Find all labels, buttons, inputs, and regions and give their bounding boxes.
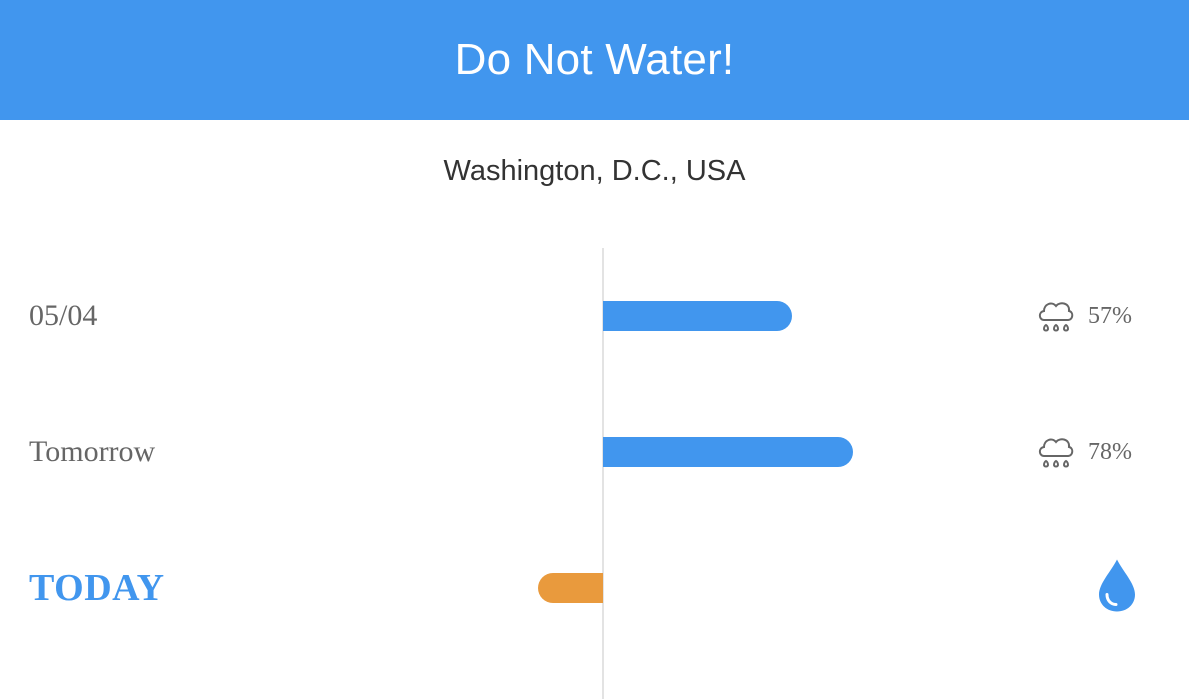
water-drop-icon [1097, 558, 1137, 619]
weather-info: 57% [1036, 296, 1132, 336]
weather-info: 78% [1036, 432, 1132, 472]
day-label: 05/04 [29, 299, 98, 332]
forecast-row-today: TODAY [0, 558, 1189, 618]
page-title: Do Not Water! [454, 35, 735, 84]
day-label: Tomorrow [29, 435, 156, 468]
forecast-row: Tomorrow 78% [0, 422, 1189, 482]
app-header: Do Not Water! [0, 0, 1189, 120]
today-bar [538, 573, 603, 603]
rain-cloud-icon [1036, 296, 1076, 336]
forecast-row: 05/04 57% [0, 286, 1189, 346]
rain-bar [603, 437, 853, 467]
rain-bar [603, 301, 792, 331]
rain-probability: 57% [1088, 302, 1132, 329]
day-label-today: TODAY [29, 567, 165, 609]
rain-probability: 78% [1088, 438, 1132, 465]
rain-cloud-icon [1036, 432, 1076, 472]
location-label: Washington, D.C., USA [443, 155, 746, 187]
